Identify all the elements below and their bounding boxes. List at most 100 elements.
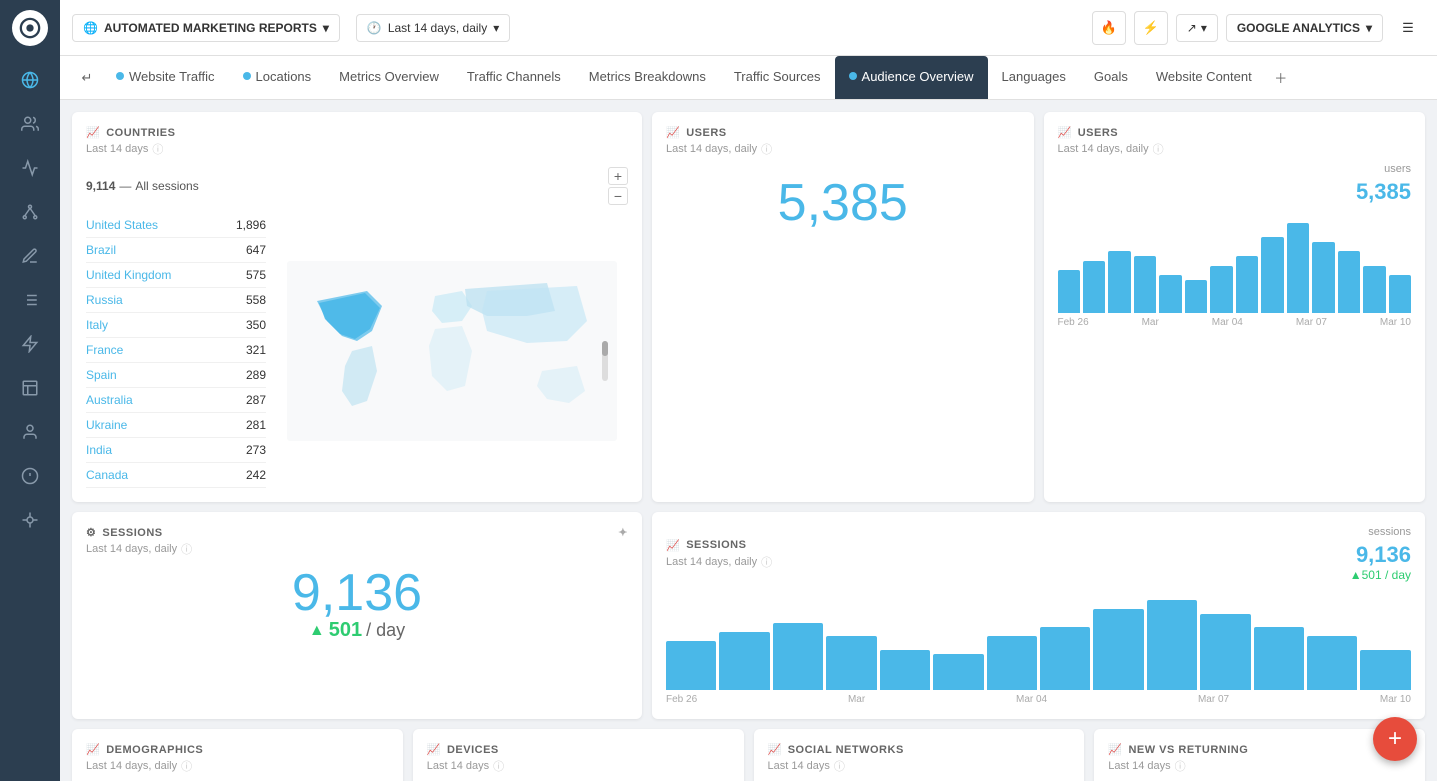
country-row: Australia 287 — [86, 388, 266, 413]
tab-goals[interactable]: Goals — [1080, 56, 1142, 100]
all-sessions: 9,114 — All sessions — [86, 179, 199, 193]
sidebar-icon-users[interactable] — [12, 106, 48, 142]
share-button[interactable]: ↗ ▾ — [1176, 14, 1218, 42]
analytics-chevron-icon: ▾ — [1366, 21, 1372, 35]
countries-list: United States1,896 Brazil647 United King… — [86, 213, 266, 488]
info-icon-demo: ⓘ — [181, 758, 192, 774]
bar — [1159, 275, 1181, 313]
tab-audience-overview[interactable]: Audience Overview — [835, 56, 988, 100]
users-bar-chart — [1058, 213, 1412, 313]
bar — [1236, 256, 1258, 313]
country-count-ua: 281 — [246, 418, 266, 432]
country-name-in[interactable]: India — [86, 443, 112, 457]
tab-label-languages: Languages — [1002, 69, 1066, 84]
tab-metrics-overview[interactable]: Metrics Overview — [325, 56, 453, 100]
ctrl-btns: + − — [608, 167, 628, 205]
country-name-fr[interactable]: France — [86, 343, 123, 357]
bar — [773, 623, 823, 691]
fab-add-button[interactable]: + — [1373, 717, 1417, 761]
bottom-grid: 📈 DEMOGRAPHICS Last 14 days, daily ⓘ 18-… — [72, 729, 1425, 781]
sidebar-icon-globe[interactable] — [12, 62, 48, 98]
country-name-es[interactable]: Spain — [86, 368, 117, 382]
sessions-settings-icon[interactable]: ✦ — [618, 526, 628, 539]
sidebar-icon-list[interactable] — [12, 282, 48, 318]
country-name-au[interactable]: Australia — [86, 393, 133, 407]
trend-icon-nvr: 📈 — [1108, 743, 1122, 756]
sessions-chart-label: sessions — [1350, 526, 1411, 538]
country-name-ca[interactable]: Canada — [86, 468, 128, 482]
social-subtitle: Last 14 days ⓘ — [768, 758, 1071, 774]
tab-website-content[interactable]: Website Content — [1142, 56, 1266, 100]
tab-add-button[interactable]: ＋ — [1266, 56, 1296, 100]
tab-back-button[interactable]: ↵ — [72, 56, 102, 100]
sidebar-icon-building[interactable] — [12, 370, 48, 406]
brand-name: AUTOMATED MARKETING REPORTS — [104, 21, 317, 35]
tab-traffic-channels[interactable]: Traffic Channels — [453, 56, 575, 100]
country-name-ua[interactable]: Ukraine — [86, 418, 127, 432]
tab-label-website-traffic: Website Traffic — [129, 69, 215, 84]
tabbar: ↵ Website Traffic Locations Metrics Over… — [60, 56, 1437, 100]
trend-icon-sessions-chart: 📈 — [666, 539, 680, 552]
sidebar-icon-bug[interactable] — [12, 502, 48, 538]
logo[interactable] — [12, 10, 48, 46]
tab-label-traffic-channels: Traffic Channels — [467, 69, 561, 84]
country-count-it: 350 — [246, 318, 266, 332]
sidebar-icon-person[interactable] — [12, 414, 48, 450]
date-range-dropdown[interactable]: 🕐 Last 14 days, daily ▾ — [356, 14, 510, 42]
sidebar-icon-lightning[interactable] — [12, 326, 48, 362]
country-row: Canada242 — [86, 463, 266, 488]
country-row: Brazil647 — [86, 238, 266, 263]
sidebar-icon-pen[interactable] — [12, 238, 48, 274]
trend-icon-users-chart: 📈 — [1058, 126, 1072, 139]
sessions-chart-values: sessions 9,136 ▲501 / day — [1350, 526, 1411, 582]
analytics-dropdown[interactable]: GOOGLE ANALYTICS ▾ — [1226, 14, 1383, 42]
trend-icon-demo: 📈 — [86, 743, 100, 756]
bolt-icon-btn[interactable]: ⚡ — [1134, 11, 1168, 45]
bar — [1134, 256, 1156, 313]
tab-traffic-sources[interactable]: Traffic Sources — [720, 56, 835, 100]
menu-button[interactable]: ☰ — [1391, 11, 1425, 45]
users-small-title: 📈 USERS — [666, 126, 1020, 139]
tab-languages[interactable]: Languages — [988, 56, 1080, 100]
info-icon-users: ⓘ — [761, 141, 772, 157]
country-name-uk[interactable]: United Kingdom — [86, 268, 171, 282]
tab-dot-audience-overview — [849, 72, 857, 80]
bar — [1338, 251, 1360, 313]
trend-icon-users: 📈 — [666, 126, 680, 139]
tab-label-metrics-breakdowns: Metrics Breakdowns — [589, 69, 706, 84]
country-count-au: 287 — [246, 393, 266, 407]
bar — [1108, 251, 1130, 313]
country-row: United Kingdom575 — [86, 263, 266, 288]
users-big-card: 📈 USERS Last 14 days, daily ⓘ 5,385 — [652, 112, 1034, 502]
countries-title: 📈 COUNTRIES — [86, 126, 628, 139]
bar — [933, 654, 983, 690]
sidebar-icon-info[interactable] — [12, 458, 48, 494]
tab-label-goals: Goals — [1094, 69, 1128, 84]
brand-chevron-icon: ▾ — [323, 21, 329, 35]
country-row: Spain289 — [86, 363, 266, 388]
expand-button[interactable]: + — [608, 167, 628, 185]
bar — [1363, 266, 1385, 313]
country-name-it[interactable]: Italy — [86, 318, 108, 332]
sessions-chart-xaxis: Feb 26 Mar Mar 04 Mar 07 Mar 10 — [666, 694, 1411, 705]
country-name-br[interactable]: Brazil — [86, 243, 116, 257]
brand-dropdown[interactable]: 🌐 AUTOMATED MARKETING REPORTS ▾ — [72, 14, 340, 42]
collapse-button[interactable]: − — [608, 187, 628, 205]
social-card: 📈 SOCIAL NETWORKS Last 14 days ⓘ — [754, 729, 1085, 781]
country-name-ru[interactable]: Russia — [86, 293, 123, 307]
new-vs-returning-title: 📈 NEW VS RETURNING — [1108, 743, 1411, 756]
sessions-chart-subtitle: Last 14 days, daily ⓘ — [666, 554, 772, 570]
users-subtitle: Last 14 days, daily ⓘ — [666, 141, 1020, 157]
sessions-chart-card: 📈 SESSIONS Last 14 days, daily ⓘ session… — [652, 512, 1425, 719]
bar — [1360, 650, 1410, 691]
country-name-us[interactable]: United States — [86, 218, 158, 232]
tab-website-traffic[interactable]: Website Traffic — [102, 56, 229, 100]
tab-locations[interactable]: Locations — [229, 56, 326, 100]
tab-label-metrics-overview: Metrics Overview — [339, 69, 439, 84]
fire-icon-btn[interactable]: 🔥 — [1092, 11, 1126, 45]
sidebar-icon-chart[interactable] — [12, 150, 48, 186]
tab-metrics-breakdowns[interactable]: Metrics Breakdowns — [575, 56, 720, 100]
main-content: 🌐 AUTOMATED MARKETING REPORTS ▾ 🕐 Last 1… — [60, 0, 1437, 781]
sidebar-icon-network[interactable] — [12, 194, 48, 230]
sessions-title: ⚙ SESSIONS ✦ — [86, 526, 628, 539]
